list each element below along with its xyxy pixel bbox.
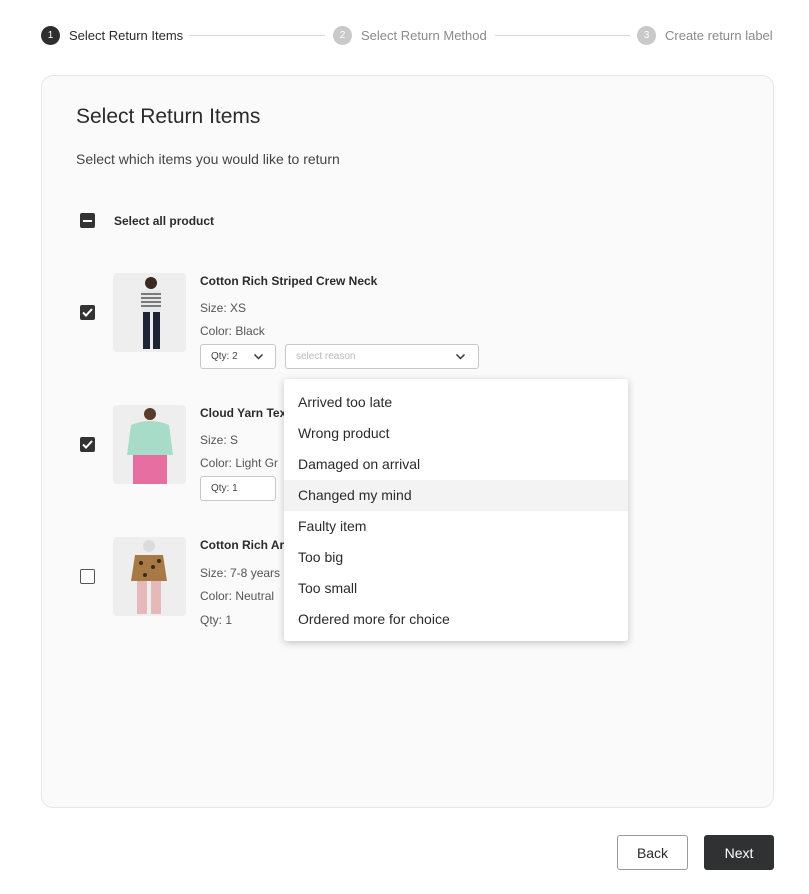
step-label: Select Return Method xyxy=(361,27,487,43)
reason-dropdown-menu: Arrived too late Wrong product Damaged o… xyxy=(284,379,628,641)
product-color: Color: Black xyxy=(200,324,265,338)
step-select-return-items: 1 Select Return Items xyxy=(41,25,183,45)
step-connector xyxy=(189,35,325,36)
item-checkbox-unchecked[interactable] xyxy=(80,569,95,584)
product-color: Color: Light Gr xyxy=(200,456,279,470)
reason-option[interactable]: Damaged on arrival xyxy=(284,449,628,480)
product-image xyxy=(113,273,186,352)
back-button[interactable]: Back xyxy=(617,835,688,870)
page-subtitle: Select which items you would like to ret… xyxy=(76,151,340,167)
step-connector xyxy=(495,35,630,36)
step-label: Create return label xyxy=(665,27,773,43)
reason-option[interactable]: Too big xyxy=(284,542,628,573)
step-create-return-label: 3 Create return label xyxy=(637,25,773,45)
product-image xyxy=(113,405,186,484)
chevron-down-icon xyxy=(253,353,264,360)
step-label: Select Return Items xyxy=(69,27,184,43)
next-button[interactable]: Next xyxy=(704,835,774,870)
reason-option[interactable]: Too small xyxy=(284,573,628,604)
quantity-select[interactable]: Qty: 1 xyxy=(200,476,276,501)
reason-placeholder: select reason xyxy=(296,351,356,362)
quantity-select[interactable]: Qty: 2 xyxy=(200,344,276,369)
chevron-down-icon xyxy=(455,353,466,360)
return-item: Cotton Rich Striped Crew Neck Size: XS C… xyxy=(80,273,740,369)
item-checkbox-checked[interactable] xyxy=(80,305,95,320)
quantity-value: Qty: 1 xyxy=(200,613,233,627)
select-all-label: Select all product xyxy=(114,213,215,228)
step-number: 1 xyxy=(41,25,60,45)
reason-option[interactable]: Arrived too late xyxy=(284,387,628,418)
reason-option[interactable]: Faulty item xyxy=(284,511,628,542)
quantity-value: Qty: 1 xyxy=(211,483,238,494)
reason-option[interactable]: Ordered more for choice xyxy=(284,604,628,635)
indeterminate-checkbox-icon[interactable] xyxy=(80,213,95,228)
product-size: Size: S xyxy=(200,433,239,447)
step-select-return-method: 2 Select Return Method xyxy=(333,25,487,45)
item-checkbox-checked[interactable] xyxy=(80,437,95,452)
page-title: Select Return Items xyxy=(76,105,261,128)
reason-option-highlighted[interactable]: Changed my mind xyxy=(284,480,628,511)
select-all-product[interactable]: Select all product xyxy=(80,213,214,228)
progress-stepper: 1 Select Return Items 2 Select Return Me… xyxy=(41,25,776,45)
product-size: Size: 7-8 years xyxy=(200,566,281,580)
product-color: Color: Neutral xyxy=(200,589,275,603)
product-image xyxy=(113,537,186,616)
reason-select[interactable]: select reason xyxy=(285,344,479,369)
product-name: Cloud Yarn Tex xyxy=(200,406,287,420)
product-name: Cotton Rich Ar xyxy=(200,538,285,552)
product-name: Cotton Rich Striped Crew Neck xyxy=(200,274,378,288)
product-size: Size: XS xyxy=(200,301,247,315)
reason-option[interactable]: Wrong product xyxy=(284,418,628,449)
step-number: 3 xyxy=(637,25,656,45)
step-number: 2 xyxy=(333,25,352,45)
quantity-value: Qty: 2 xyxy=(211,351,238,362)
